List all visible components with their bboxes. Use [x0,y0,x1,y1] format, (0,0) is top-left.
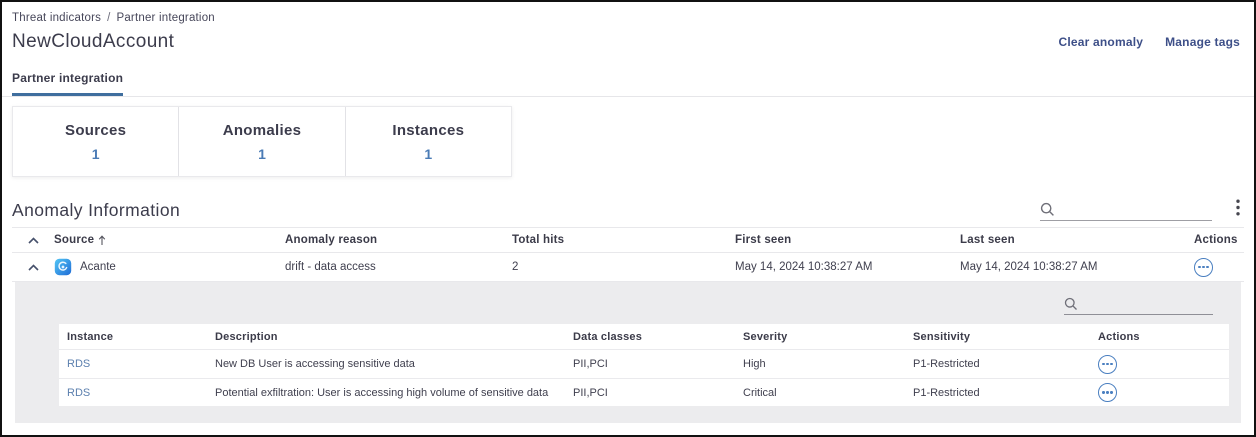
instance-link[interactable]: RDS [67,358,90,370]
tab-partner-integration[interactable]: Partner integration [12,71,123,96]
card-value: 1 [92,146,100,162]
anomaly-search-input[interactable] [1060,202,1212,218]
column-header-source[interactable]: Source [54,234,285,246]
column-header-anomaly-reason[interactable]: Anomaly reason [285,234,512,246]
instance-table: Instance Description Data classes Severi… [59,324,1229,406]
instance-row: RDS New DB User is accessing sensitive d… [59,350,1229,378]
column-header-total-hits[interactable]: Total hits [512,234,735,246]
search-icon [1064,297,1078,311]
card-value: 1 [424,146,432,162]
sort-ascending-icon [98,235,106,246]
collapse-all-button[interactable] [12,236,54,245]
column-header-data-classes[interactable]: Data classes [565,331,735,343]
header-actions: Clear anomaly Manage tags [1058,35,1244,49]
last-seen-cell: May 14, 2024 10:38:27 AM [960,261,1185,273]
data-classes-cell: PII,PCI [565,358,735,370]
expanded-instances-panel: Instance Description Data classes Severi… [15,282,1241,423]
instance-link[interactable]: RDS [67,387,90,399]
description-cell: Potential exfiltration: User is accessin… [207,387,565,399]
column-header-sensitivity[interactable]: Sensitivity [905,331,1090,343]
instance-search-input[interactable] [1083,296,1213,312]
column-header-last-seen[interactable]: Last seen [960,234,1185,246]
summary-card-instances: Instances 1 [345,107,511,176]
chevron-up-icon [27,236,40,245]
collapse-row-button[interactable] [12,263,54,272]
anomaly-table: Source Anomaly reason Total hits First s… [12,227,1244,282]
row-actions-button[interactable] [1098,355,1117,374]
anomaly-table-header: Source Anomaly reason Total hits First s… [12,227,1244,253]
data-classes-cell: PII,PCI [565,387,735,399]
first-seen-cell: May 14, 2024 10:38:27 AM [735,261,960,273]
page-header: Threat indicators / Partner integration … [2,2,1254,97]
column-header-description[interactable]: Description [207,331,565,343]
card-label: Instances [392,122,464,139]
breadcrumb-separator: / [107,12,110,24]
breadcrumb-item-threat-indicators[interactable]: Threat indicators [12,12,101,24]
page-title: NewCloudAccount [12,31,174,53]
breadcrumb: Threat indicators / Partner integration [12,10,1244,24]
app-window: Threat indicators / Partner integration … [0,0,1256,437]
column-header-actions: Actions [1090,331,1229,343]
severity-cell: High [735,358,905,370]
column-header-actions: Actions [1185,234,1244,246]
anomaly-reason-cell: drift - data access [285,261,512,273]
summary-card-anomalies: Anomalies 1 [178,107,344,176]
tab-label: Partner integration [12,71,123,85]
source-name[interactable]: Acante [80,261,116,273]
breadcrumb-item-partner-integration: Partner integration [116,12,214,24]
anomaly-search [1040,202,1212,221]
manage-tags-button[interactable]: Manage tags [1165,35,1240,49]
row-actions-button[interactable] [1098,383,1117,402]
summary-card-sources: Sources 1 [13,107,178,176]
chevron-up-icon [27,263,40,272]
description-cell: New DB User is accessing sensitive data [207,358,565,370]
search-icon [1040,202,1055,217]
instance-table-header: Instance Description Data classes Severi… [59,324,1229,350]
sensitivity-cell: P1-Restricted [905,387,1090,399]
total-hits-cell: 2 [512,261,735,273]
column-header-first-seen[interactable]: First seen [735,234,960,246]
severity-cell: Critical [735,387,905,399]
card-label: Anomalies [223,122,302,139]
instance-search [1064,291,1213,315]
column-header-instance[interactable]: Instance [59,331,207,343]
card-value: 1 [258,146,266,162]
source-cell: Acante [54,258,285,276]
anomaly-row: Acante drift - data access 2 May 14, 202… [12,253,1244,282]
column-header-severity[interactable]: Severity [735,331,905,343]
acante-logo-icon [54,258,72,276]
clear-anomaly-button[interactable]: Clear anomaly [1058,35,1143,49]
card-label: Sources [65,122,126,139]
summary-cards: Sources 1 Anomalies 1 Instances 1 [12,106,512,177]
instance-row: RDS Potential exfiltration: User is acce… [59,378,1229,406]
kebab-menu-icon[interactable] [1232,197,1244,221]
row-actions-button[interactable] [1194,258,1213,277]
tab-bar: Partner integration [2,69,1254,97]
sensitivity-cell: P1-Restricted [905,358,1090,370]
section-title: Anomaly Information [12,200,180,221]
